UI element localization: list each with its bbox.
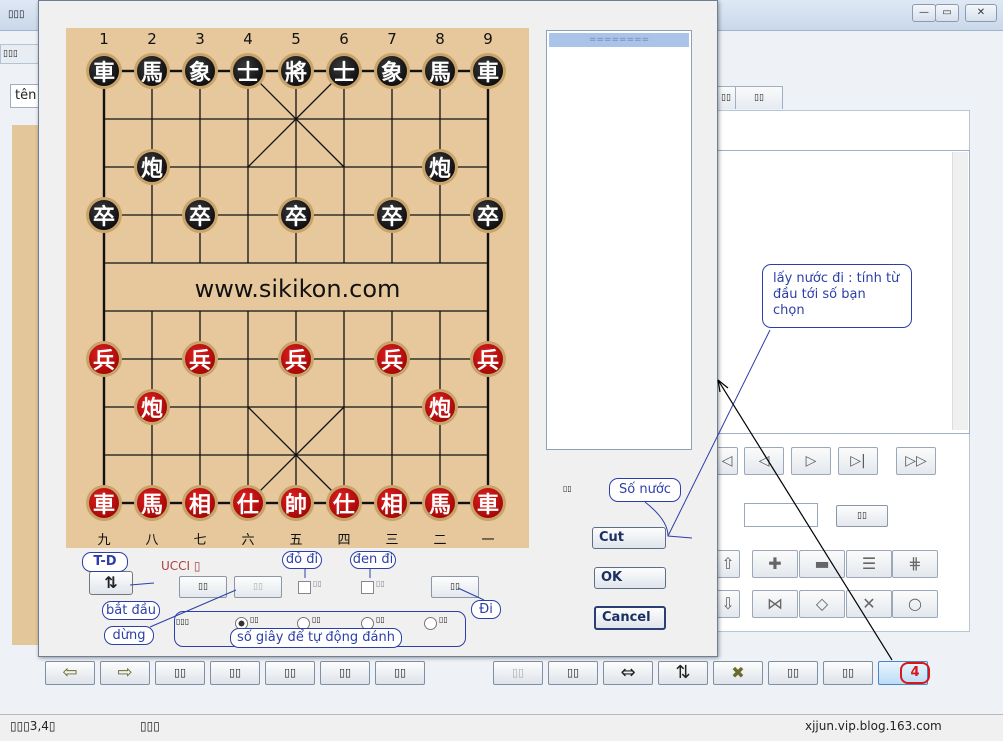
- annotation-lines: [129, 329, 893, 661]
